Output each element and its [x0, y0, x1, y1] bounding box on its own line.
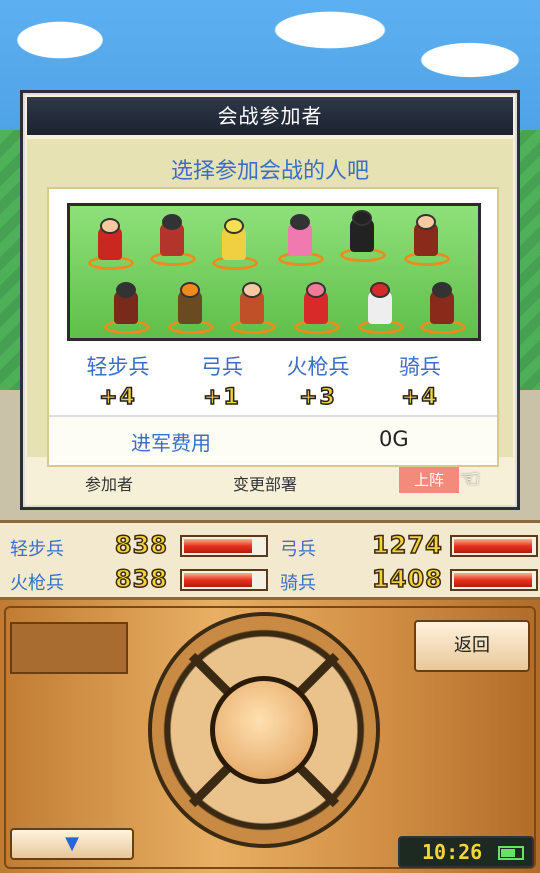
march-cost-label: 进军费用 [131, 431, 211, 455]
troop-cavalry[interactable]: 骑兵 +4 [365, 351, 475, 411]
dialog-title: 会战参加者 [27, 97, 513, 135]
unit-sprite [226, 282, 278, 334]
stat-bar [450, 569, 538, 591]
unit-sprite [336, 210, 388, 262]
dialog-prompt: 选择参加会战的人吧 [170, 159, 369, 184]
back-button[interactable]: 返回 [414, 620, 530, 672]
troop-counts: 轻步兵 +4 弓兵 +1 火枪兵 +3 骑兵 +4 [49, 351, 497, 411]
march-cost-value: 0G [379, 427, 409, 451]
battery-icon [498, 846, 524, 860]
status-clock: 10:26 [398, 836, 534, 868]
troop-musketeer[interactable]: 火枪兵 +3 [263, 351, 373, 411]
unit-sprite [400, 214, 452, 266]
deploy-button[interactable]: 上阵 [399, 467, 459, 493]
stat-light-infantry: 轻步兵 838 [10, 530, 270, 561]
unit-sprite [416, 282, 468, 334]
pointing-hand-icon: ☜ [459, 465, 481, 493]
unit-sprite [100, 282, 152, 334]
troop-formation-scene [67, 203, 481, 341]
scroll-down-button[interactable]: ▼ [10, 828, 134, 860]
unit-sprite [274, 214, 326, 266]
stat-bar [180, 569, 268, 591]
dialog-footer: 参加者 变更部署 上阵 ☜ [27, 465, 513, 501]
stat-musketeer: 火枪兵 838 [10, 564, 270, 595]
confirm-button[interactable] [210, 676, 318, 784]
unit-sprite [146, 214, 198, 266]
change-deployment-button[interactable]: 变更部署 [233, 471, 297, 495]
unit-sprite [164, 282, 216, 334]
unit-sprite [354, 282, 406, 334]
troop-card: 轻步兵 +4 弓兵 +1 火枪兵 +3 骑兵 +4 进军费用 0G [47, 187, 499, 467]
march-cost-row: 进军费用 0G [49, 415, 497, 463]
stat-archer: 弓兵 1274 [280, 530, 540, 561]
stat-cavalry: 骑兵 1408 [280, 564, 540, 595]
troop-stats-panel: 轻步兵 838 弓兵 1274 火枪兵 838 骑兵 1408 [0, 520, 540, 600]
stat-bar [450, 535, 538, 557]
troop-light-infantry[interactable]: 轻步兵 +4 [63, 351, 173, 411]
down-arrow-icon: ▼ [65, 833, 79, 854]
info-display [10, 622, 128, 674]
unit-sprite [208, 218, 260, 270]
unit-sprite [290, 282, 342, 334]
unit-sprite [84, 218, 136, 270]
stat-bar [180, 535, 268, 557]
battle-participants-dialog: 会战参加者 选择参加会战的人吧 轻步兵 +4 弓兵 +1 火枪兵 +3 骑兵 +… [20, 90, 520, 510]
clock-time: 10:26 [422, 840, 483, 864]
dialog-body: 选择参加会战的人吧 轻步兵 +4 弓兵 +1 火枪兵 +3 骑兵 +4 进军费用… [27, 139, 513, 467]
participants-button[interactable]: 参加者 [85, 471, 133, 495]
troop-archer[interactable]: 弓兵 +1 [167, 351, 277, 411]
